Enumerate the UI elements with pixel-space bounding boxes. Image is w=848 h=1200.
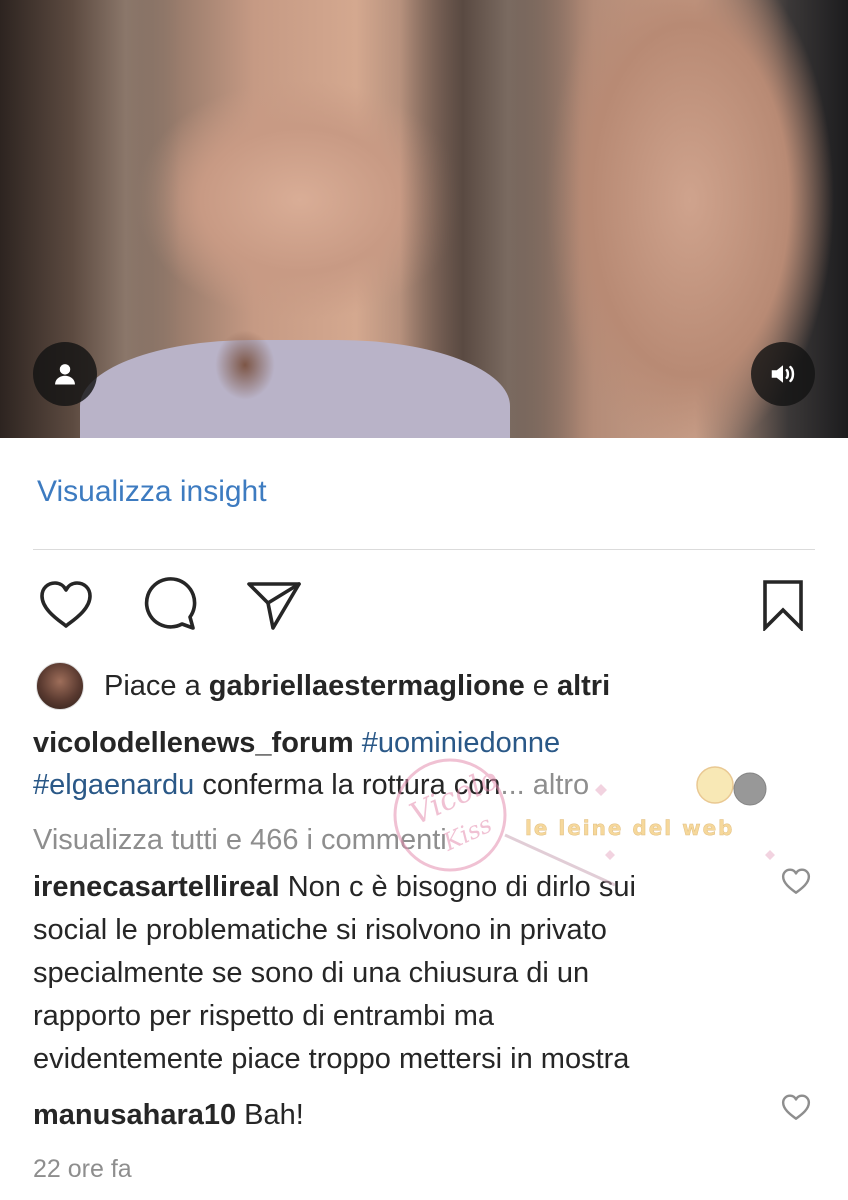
likes-others[interactable]: altri: [557, 670, 610, 702]
comment-icon: [144, 577, 197, 630]
comment: manusahara10 Bah!: [33, 1094, 753, 1136]
post-timestamp: 22 ore fa: [33, 1155, 132, 1183]
volume-button[interactable]: [751, 342, 815, 406]
likes-prefix: Piace a: [104, 669, 209, 702]
divider: [33, 549, 815, 550]
view-all-comments-link[interactable]: Visualizza tutti e 466 i commenti: [33, 819, 753, 861]
liker-username[interactable]: gabriellaestermaglione: [209, 670, 525, 702]
likes-row[interactable]: Piace a gabriellaestermaglione e altri: [36, 662, 610, 710]
media-region-garment: [80, 340, 510, 438]
comment-text-line: specialmente se sono di una chiusura di …: [33, 957, 590, 989]
bookmark-icon: [763, 580, 803, 631]
comment: irenecasartellireal Non c è bisogno di d…: [33, 866, 753, 1081]
small-heart-icon: [781, 1094, 811, 1120]
comment-text: Non c è bisogno di dirlo sui: [279, 871, 636, 903]
media-region-shadow: [215, 330, 275, 400]
like-button[interactable]: [36, 578, 96, 632]
caption-text: conferma la rottura con: [194, 769, 501, 801]
comment-text-line: rapporto per rispetto di entrambi ma: [33, 1000, 494, 1032]
small-heart-icon: [781, 868, 811, 894]
user-icon: [55, 364, 75, 385]
liker-avatar[interactable]: [36, 662, 84, 710]
comment-text-line: evidentemente piace troppo mettersi in m…: [33, 1043, 630, 1075]
save-button[interactable]: [760, 578, 806, 632]
comment-text-line: social le problematiche si risolvono in …: [33, 914, 607, 946]
tagged-users-button[interactable]: [33, 342, 97, 406]
likes-middle: e: [524, 669, 557, 702]
heart-icon: [40, 581, 92, 628]
caption-hashtag[interactable]: #uominiedonne: [362, 727, 560, 759]
caption-more-link[interactable]: ... altro: [501, 769, 590, 801]
likes-text[interactable]: Piace a gabriellaestermaglione e altri: [104, 670, 610, 703]
caption: vicolodellenews_forum #uominiedonne #elg…: [33, 722, 753, 806]
comment-username[interactable]: manusahara10: [33, 1099, 236, 1131]
post-media[interactable]: [0, 0, 848, 438]
share-icon: [247, 582, 301, 630]
comment-like-button[interactable]: [781, 868, 811, 900]
comment-username[interactable]: irenecasartellireal: [33, 871, 280, 903]
caption-username[interactable]: vicolodellenews_forum: [33, 727, 354, 759]
comment-text: Bah!: [236, 1099, 304, 1131]
share-button[interactable]: [246, 578, 302, 632]
view-insights-link[interactable]: Visualizza insight: [37, 475, 267, 509]
comment-button[interactable]: [142, 577, 198, 633]
comment-like-button[interactable]: [781, 1094, 811, 1126]
caption-hashtag[interactable]: #elgaenardu: [33, 769, 194, 801]
volume-icon: [771, 365, 795, 383]
